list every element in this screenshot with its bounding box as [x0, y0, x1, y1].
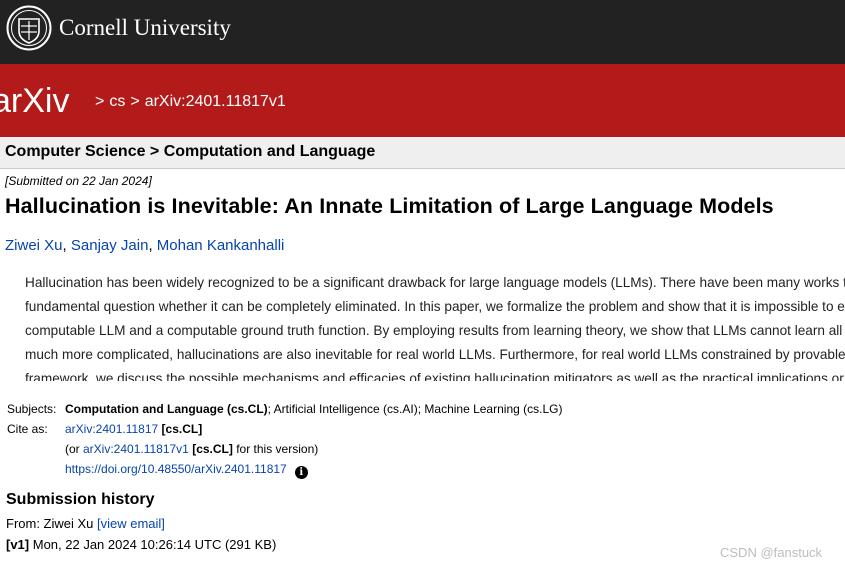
version-tag: [v1] — [6, 537, 30, 552]
author-separator: , — [148, 237, 157, 254]
view-email-link[interactable]: [view email] — [97, 516, 165, 531]
version-date: Mon, 22 Jan 2024 10:26:14 UTC (291 KB) — [29, 537, 277, 552]
version-category: [cs.CL] — [192, 442, 233, 456]
abstract-line: computable LLM and a computable ground t… — [25, 323, 843, 338]
author-link[interactable]: Sanjay Jain — [71, 237, 149, 254]
cite-value: arXiv:2401.11817 [cs.CL] — [65, 422, 202, 436]
arxiv-logo-icon[interactable]: arXiv — [0, 82, 86, 122]
abstract-line: Hallucination has been widely recognized… — [25, 275, 845, 290]
cite-category: [cs.CL] — [161, 422, 203, 436]
submission-date: [Submitted on 22 Jan 2024] — [5, 174, 152, 188]
author-list: Ziwei Xu, Sanjay Jain, Mohan Kankanhalli — [5, 237, 284, 254]
abstract: Hallucination has been widely recognized… — [25, 271, 845, 381]
other-subjects: ; Artificial Intelligence (cs.AI); Machi… — [267, 402, 563, 416]
author-link[interactable]: Mohan Kankanhalli — [157, 237, 285, 254]
or-prefix: (or — [65, 442, 83, 456]
subjects-value: Computation and Language (cs.CL); Artifi… — [65, 402, 562, 416]
info-icon[interactable]: i — [294, 466, 308, 479]
doi-value: https://doi.org/10.48550/arXiv.2401.1181… — [65, 462, 308, 479]
author-link[interactable]: Ziwei Xu — [5, 237, 63, 254]
doi-link[interactable]: https://doi.org/10.48550/arXiv.2401.1181… — [65, 462, 287, 476]
abstract-line: framework, we discuss the possible mecha… — [25, 371, 844, 381]
watermark: CSDN @fanstuck — [720, 545, 823, 560]
paper-title: Hallucination is Inevitable: An Innate L… — [5, 194, 774, 218]
breadcrumb-separator: > — [95, 93, 105, 110]
abstract-line: much more complicated, hallucinations ar… — [25, 347, 845, 362]
version-entry: [v1] Mon, 22 Jan 2024 10:26:14 UTC (291 … — [6, 537, 276, 552]
cite-id-link[interactable]: arXiv:2401.11817 — [65, 422, 158, 436]
version-cite-value: (or arXiv:2401.11817v1 [cs.CL] for this … — [65, 442, 318, 456]
breadcrumb-paper-id[interactable]: arXiv:2401.11817v1 — [145, 93, 286, 110]
primary-subject: Computation and Language (cs.CL) — [65, 402, 268, 416]
breadcrumb: > cs > arXiv:2401.11817v1 — [90, 93, 286, 111]
cornell-seal-icon[interactable] — [6, 5, 52, 51]
cornell-header: Cornell University — [0, 0, 845, 64]
abstract-line: fundamental question whether it can be c… — [25, 299, 845, 314]
submission-history-title: Submission history — [6, 491, 155, 508]
from-label: From: Ziwei Xu — [6, 516, 98, 531]
cite-label: Cite as: — [7, 422, 48, 436]
subject-header-text: Computer Science > Computation and Langu… — [5, 143, 376, 160]
version-suffix: for this version) — [232, 442, 319, 456]
version-id-link[interactable]: arXiv:2401.11817v1 — [83, 442, 189, 456]
author-separator: , — [62, 237, 71, 254]
breadcrumb-separator: > — [130, 93, 140, 110]
cornell-university-link[interactable]: Cornell University — [59, 15, 231, 41]
subjects-label: Subjects: — [7, 402, 57, 416]
arxiv-header: arXiv > cs > arXiv:2401.11817v1 — [0, 64, 845, 137]
arxiv-logo-text: arXiv — [0, 82, 69, 120]
submitter-line: From: Ziwei Xu [view email] — [6, 516, 165, 531]
subject-header: Computer Science > Computation and Langu… — [0, 137, 845, 169]
breadcrumb-cs-link[interactable]: cs — [109, 93, 125, 110]
